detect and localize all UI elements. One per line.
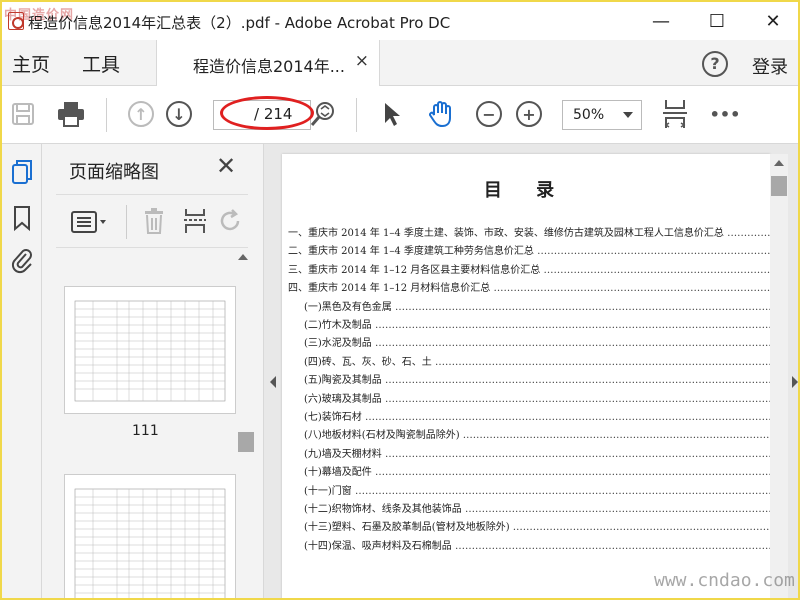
toc-item[interactable]: (四)砖、瓦、灰、砂、石、土 — [304, 353, 770, 368]
more-tools-icon[interactable]: ••• — [708, 98, 742, 130]
toc-item[interactable]: (十三)塑料、石墨及胶革制品(管材及地板除外) — [304, 518, 770, 533]
zoom-level-select[interactable]: 50% — [562, 100, 642, 130]
document-scrollbar-thumb[interactable] — [771, 176, 787, 196]
pdf-page: 目 录 一、重庆市 2014 年 1–4 季度土建、装饰、市政、安装、维修仿古建… — [282, 154, 770, 598]
toc-item[interactable]: (十)幕墙及配件 — [304, 463, 770, 478]
toc-title: 目 录 — [483, 180, 569, 201]
highlight-ellipse — [220, 96, 314, 130]
zoom-out-icon[interactable]: − — [474, 98, 504, 130]
menu-bar: 主页 工具 程造价信息2014年... × ? 登录 — [2, 40, 798, 86]
toc-item[interactable]: 四、重庆市 2014 年 1–12 月材料信息价汇总 — [288, 279, 770, 294]
toc-item[interactable]: (三)水泥及制品 — [304, 334, 770, 349]
thumbnail-options-icon[interactable] — [70, 209, 110, 239]
navigation-rail — [2, 144, 42, 598]
page-thumbnails-icon[interactable] — [10, 158, 34, 186]
minimize-button[interactable]: — — [638, 2, 684, 40]
document-view: 目 录 一、重庆市 2014 年 1–4 季度土建、装饰、市政、安装、维修仿古建… — [264, 144, 798, 598]
previous-page-icon[interactable]: ↑ — [126, 98, 156, 130]
toolbar: ↑ ↓ / 214 − + 50% ••• — [2, 86, 798, 144]
page-thumbnail[interactable] — [64, 474, 236, 598]
print-icon[interactable] — [54, 98, 88, 130]
select-cursor-icon[interactable] — [376, 98, 406, 130]
toc-item[interactable]: 二、重庆市 2014 年 1–4 季度建筑工种劳务信息价汇总 — [288, 242, 770, 257]
toc-item[interactable]: (十一)门窗 — [304, 482, 770, 497]
tab-close-icon[interactable]: × — [355, 51, 369, 71]
save-icon[interactable] — [8, 98, 38, 130]
toc-item[interactable]: (六)玻璃及其制品 — [304, 390, 770, 405]
thumbnails-scroll-up-icon[interactable] — [238, 254, 248, 260]
toc-item[interactable]: 一、重庆市 2014 年 1–4 季度土建、装饰、市政、安装、维修仿古建筑及园林… — [288, 224, 770, 239]
toolbar-separator — [126, 205, 127, 239]
page-thumbnail-label: 111 — [132, 423, 159, 439]
split-page-icon[interactable] — [182, 207, 208, 239]
maximize-button[interactable]: ☐ — [694, 2, 740, 40]
page-thumbnail[interactable] — [64, 286, 236, 414]
watermark-bottom: www.cndao.com — [654, 570, 795, 591]
chevron-down-icon — [623, 112, 633, 118]
collapse-left-panel-icon[interactable] — [270, 376, 276, 388]
close-panel-icon[interactable]: ✕ — [216, 152, 236, 180]
close-window-button[interactable]: ✕ — [750, 2, 796, 40]
toc-item[interactable]: 三、重庆市 2014 年 1–12 月各区县主要材料信息价汇总 — [288, 261, 770, 276]
thumbnails-scrollbar-thumb[interactable] — [238, 432, 254, 452]
toc-item[interactable]: (十二)织物饰材、线条及其他装饰品 — [304, 500, 770, 515]
window-title: 程造价信息2014年汇总表（2）.pdf - Adobe Acrobat Pro… — [28, 14, 451, 32]
help-icon[interactable]: ? — [702, 51, 728, 77]
toc-item[interactable]: (二)竹木及制品 — [304, 316, 770, 331]
menu-home[interactable]: 主页 — [12, 50, 50, 77]
delete-page-icon[interactable] — [142, 207, 166, 239]
hand-tool-icon[interactable] — [424, 98, 458, 130]
bookmark-icon[interactable] — [10, 204, 34, 232]
thumbnails-panel: 页面缩略图 ✕ 111 — [42, 144, 264, 598]
document-scrollbar[interactable] — [770, 154, 788, 598]
fit-page-icon[interactable] — [658, 98, 692, 130]
toolbar-separator — [106, 98, 107, 132]
menu-tools[interactable]: 工具 — [82, 50, 120, 77]
rotate-page-icon[interactable] — [218, 207, 244, 239]
toc-item[interactable]: (八)地板材料(石材及陶瓷制品除外) — [304, 426, 770, 441]
thumbnails-toolbar — [56, 194, 248, 248]
toc-item[interactable]: (九)墙及天棚材料 — [304, 445, 770, 460]
zoom-in-icon[interactable]: + — [514, 98, 544, 130]
zoom-level-value: 50% — [573, 107, 605, 123]
document-tab-label: 程造价信息2014年... — [193, 57, 345, 76]
thumbnails-panel-title: 页面缩略图 — [69, 162, 159, 183]
app-window: 中国造价网 程造价信息2014年汇总表（2）.pdf - Adobe Acrob… — [0, 0, 800, 600]
expand-right-panel-icon[interactable] — [792, 376, 798, 388]
toc-item[interactable]: (一)黑色及有色金属 — [304, 298, 770, 313]
toolbar-separator — [356, 98, 357, 132]
scroll-up-icon[interactable] — [774, 160, 784, 166]
attachment-icon[interactable] — [10, 246, 34, 274]
login-button[interactable]: 登录 — [752, 53, 788, 79]
next-page-icon[interactable]: ↓ — [164, 98, 194, 130]
title-bar: 中国造价网 程造价信息2014年汇总表（2）.pdf - Adobe Acrob… — [2, 2, 798, 40]
document-tab[interactable]: 程造价信息2014年... × — [156, 40, 380, 86]
toc-item[interactable]: (十四)保温、吸声材料及石棉制品 — [304, 537, 770, 552]
toc-item[interactable]: (七)装饰石材 — [304, 408, 770, 423]
toc-item[interactable]: (五)陶瓷及其制品 — [304, 371, 770, 386]
